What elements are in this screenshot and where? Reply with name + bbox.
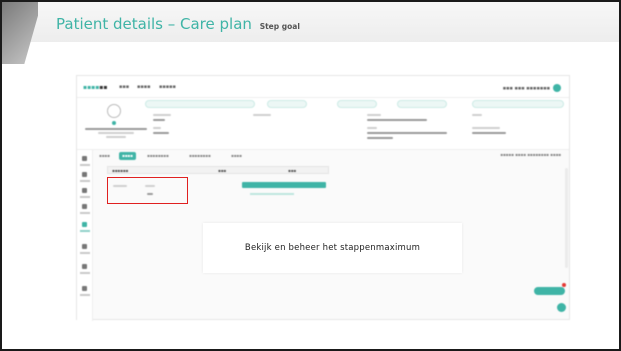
tab[interactable]: ▪▪▪▪ [231,152,242,160]
tab[interactable]: ▪▪▪▪▪▪▪▪ [147,152,169,160]
action-link[interactable] [250,193,294,195]
header-pill[interactable] [397,100,447,108]
sidebar-icon[interactable] [82,156,87,161]
sidebar-icon[interactable] [82,286,87,291]
patient-header [77,98,569,150]
sidebar-icon[interactable] [82,172,87,177]
caption-box: Bekijk en beheer het stappenmaximum [203,223,462,273]
highlight-box [107,177,188,204]
sidebar-icon[interactable] [82,244,87,249]
slide-title: Patient details – Care plan Step goal [56,15,300,33]
user-menu[interactable]: ▪▪▪ ▪▪▪ ▪▪▪▪▪▪▪ [503,84,561,92]
nav-item[interactable]: ▪▪▪ [119,84,129,90]
status-dot [112,121,116,125]
user-icon [553,84,561,92]
header-pill[interactable] [145,100,255,108]
slide-subtitle: Step goal [259,22,300,31]
slide-frame: Patient details – Care plan Step goal ▪▪… [0,0,621,351]
action-button[interactable] [242,182,326,188]
header-pill[interactable] [337,100,377,108]
avatar-icon [107,104,121,118]
app-sidebar [77,150,93,321]
sidebar-icon[interactable] [82,204,87,209]
tab-active[interactable]: ▪▪▪▪ [119,152,136,160]
header-pill[interactable] [472,100,564,108]
right-actions[interactable]: ▪▪▪▪▪ ▪▪▪▪ ▪▪▪▪▪▪▪▪ ▪▪▪▪ [500,152,561,157]
tab[interactable]: ▪▪▪▪▪▪▪▪ [189,152,211,160]
tab[interactable]: ▪▪▪▪ [99,152,110,160]
scrollbar[interactable] [565,168,568,268]
sidebar-icon-active[interactable] [82,222,87,227]
floating-action-button[interactable] [534,287,565,295]
sidebar-icon[interactable] [82,188,87,193]
corner-decoration [2,2,38,64]
caption-text: Bekijk en beheer het stappenmaximum [244,243,421,253]
table-header: ▪▪▪▪▪▪ ▪▪▪ ▪▪▪ [107,166,329,174]
app-logo: ▪▪▪▪▪▪ [83,84,108,91]
patient-name-block [81,127,151,140]
nav-item[interactable]: ▪▪▪▪ [137,84,151,90]
chat-button[interactable] [557,303,566,312]
sidebar-icon[interactable] [82,264,87,269]
app-topbar: ▪▪▪▪▪▪ ▪▪▪ ▪▪▪▪ ▪▪▪▪▪ ▪▪▪ ▪▪▪ ▪▪▪▪▪▪▪ [77,76,569,98]
header-pill[interactable] [267,100,307,108]
nav-item[interactable]: ▪▪▪▪▪ [159,84,176,90]
slide-title-text: Patient details – Care plan [56,15,252,33]
